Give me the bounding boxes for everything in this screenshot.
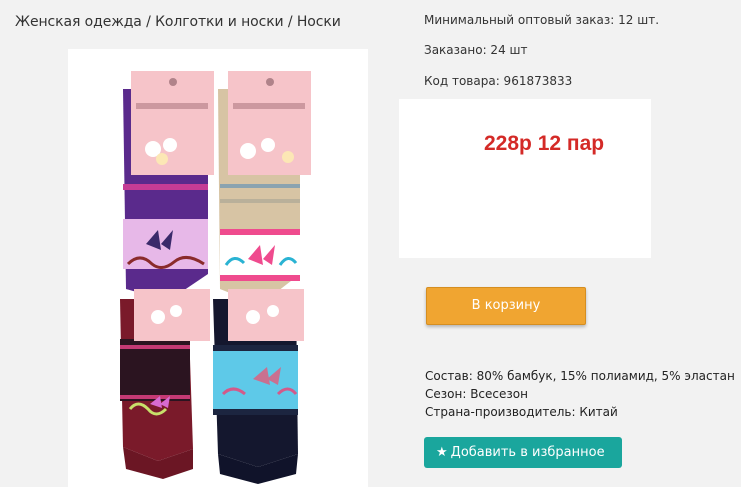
product-code-text: Код товара: 961873833 [424,74,573,88]
price-text: 228р 12 пар [484,132,605,155]
add-to-favorites-button[interactable]: ★ Добавить в избранное [424,437,622,468]
star-icon: ★ [436,445,448,460]
country-text: Страна-производитель: Китай [425,405,618,419]
product-specs: Состав: 80% бамбук, 15% полиамид, 5% эла… [425,367,735,421]
breadcrumb[interactable]: Женская одежда / Колготки и носки / Носк… [15,14,341,30]
price-panel: 228р 12 пар [399,99,651,258]
sock-label-right [228,71,311,175]
favorite-button-label: Добавить в избранное [450,445,605,460]
composition-text: Состав: 80% бамбук, 15% полиамид, 5% эла… [425,369,735,383]
sock-label-lower-right [228,289,304,341]
season-text: Сезон: Всесезон [425,387,528,401]
sock-label-left [131,71,214,175]
product-image [68,49,368,487]
sock-label-lower-left [134,289,210,341]
add-to-cart-button[interactable]: В корзину [426,287,586,325]
min-order-text: Минимальный оптовый заказ: 12 шт. [424,13,660,27]
ordered-count-text: Заказано: 24 шт [424,43,528,57]
